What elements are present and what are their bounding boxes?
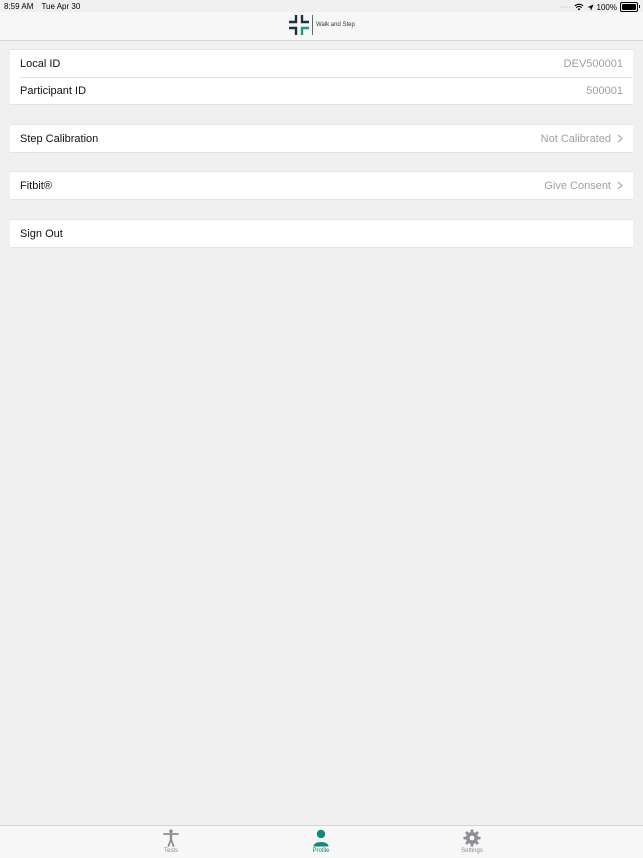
wifi-icon	[573, 3, 584, 11]
tab-tests-label: Tests	[163, 848, 178, 854]
step-calibration-value: Not Calibrated	[540, 132, 611, 145]
step-calibration-row[interactable]: Step Calibration Not Calibrated	[10, 125, 633, 152]
status-right: ····· 100%	[558, 2, 640, 12]
person-figure-icon	[163, 829, 179, 847]
gear-icon	[463, 829, 481, 847]
local-id-row: Local ID DEV500001	[10, 50, 633, 77]
local-id-label: Local ID	[20, 57, 61, 70]
fitbit-value: Give Consent	[544, 179, 611, 192]
tab-profile[interactable]: Profile	[291, 829, 351, 854]
tab-settings[interactable]: Settings	[442, 829, 502, 854]
sign-out-row[interactable]: Sign Out	[10, 220, 633, 247]
status-time: 8:59 AM	[4, 2, 34, 11]
logo-mark-icon	[289, 15, 309, 35]
fitbit-value-wrap: Give Consent	[544, 180, 623, 192]
tab-profile-label: Profile	[312, 848, 330, 854]
battery-percent: 100%	[596, 2, 617, 12]
local-id-value: DEV500001	[563, 57, 623, 70]
step-calibration-label: Step Calibration	[20, 132, 99, 145]
participant-id-row: Participant ID 500001	[10, 77, 633, 104]
step-calibration-value-wrap: Not Calibrated	[541, 133, 623, 145]
profile-icon	[313, 829, 329, 847]
app-logo: Walk and Step	[288, 14, 355, 36]
fitbit-row[interactable]: Fitbit® Give Consent	[10, 172, 633, 199]
status-bar: 8:59 AM Tue Apr 30 ····· 100%	[0, 0, 643, 12]
participant-id-label: Participant ID	[20, 84, 87, 97]
status-left: 8:59 AM Tue Apr 30	[4, 2, 86, 11]
signout-group: Sign Out	[10, 219, 633, 248]
sign-out-label: Sign Out	[20, 227, 63, 240]
tab-tests[interactable]: Tests	[141, 829, 201, 854]
location-arrow-icon	[586, 3, 594, 11]
identity-group: Local ID DEV500001 Participant ID 500001	[10, 49, 633, 105]
chevron-right-icon	[617, 181, 623, 190]
battery-icon	[620, 2, 640, 12]
tab-bar: Tests Profile Settings	[0, 825, 643, 858]
participant-id-value: 500001	[586, 84, 623, 97]
logo-divider	[312, 15, 313, 35]
status-date: Tue Apr 30	[41, 2, 81, 11]
fitbit-group: Fitbit® Give Consent	[10, 171, 633, 200]
cellular-signal-icon: ·····	[558, 3, 571, 11]
nav-bar: Walk and Step	[0, 12, 643, 41]
chevron-right-icon	[617, 134, 623, 143]
fitbit-label: Fitbit®	[20, 179, 52, 192]
logo-text: Walk and Step	[316, 22, 355, 28]
calibration-group: Step Calibration Not Calibrated	[10, 124, 633, 153]
tab-settings-label: Settings	[461, 848, 483, 854]
